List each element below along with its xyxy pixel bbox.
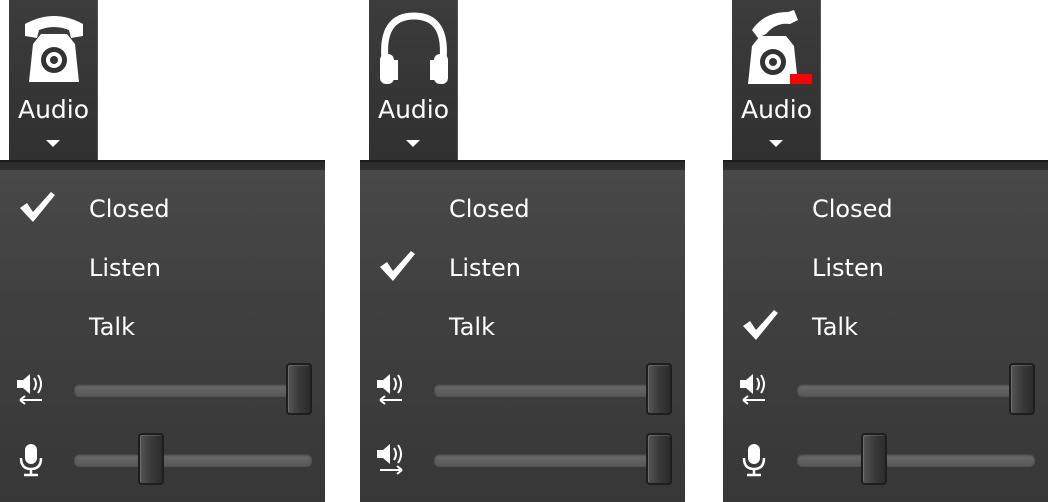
menu-item-label: Talk [812, 313, 858, 341]
speaker-output-icon [740, 374, 765, 405]
checkmark-icon [380, 251, 415, 281]
slider-thumb[interactable] [1009, 363, 1035, 415]
slider-thumb[interactable] [137, 433, 164, 485]
menu-item-closed[interactable]: Closed [0, 182, 325, 236]
speaker-input-icon [377, 444, 403, 475]
audio-dropdown-menu: Closed Listen Talk [360, 170, 685, 502]
microphone-icon [742, 444, 766, 477]
menu-item-talk[interactable]: Talk [723, 300, 1048, 354]
audio-dropdown-menu: Closed Listen Talk [723, 170, 1048, 502]
speaker-volume-row [360, 363, 685, 420]
menu-top-border [0, 160, 325, 170]
menu-item-label: Listen [812, 254, 884, 282]
audio-tab-button[interactable]: Audio [369, 0, 458, 162]
audio-tab-label: Audio [17, 95, 90, 124]
speaker-input-volume-row [360, 433, 685, 490]
speaker-volume-row [723, 363, 1048, 420]
telephone-icon [9, 6, 98, 90]
menu-item-label: Listen [449, 254, 521, 282]
menu-item-closed[interactable]: Closed [360, 182, 685, 236]
menu-item-closed[interactable]: Closed [723, 182, 1048, 236]
speaker-output-icon [377, 374, 402, 405]
menu-item-label: Closed [89, 195, 170, 223]
audio-tab-label: Audio [740, 95, 813, 124]
speaker-output-icon [17, 374, 42, 405]
microphone-volume-row [723, 433, 1048, 490]
menu-item-label: Listen [89, 254, 161, 282]
speaker-volume-row [0, 363, 325, 420]
microphone-icon [19, 444, 43, 477]
checkmark-icon [743, 310, 778, 340]
menu-item-listen[interactable]: Listen [723, 241, 1048, 295]
slider-thumb[interactable] [860, 433, 887, 485]
speaker-volume-slider[interactable] [797, 363, 1035, 415]
microphone-volume-row [0, 433, 325, 490]
microphone-volume-slider[interactable] [74, 433, 312, 485]
menu-top-border [723, 160, 1048, 170]
menu-top-border [360, 160, 685, 170]
menu-item-listen[interactable]: Listen [360, 241, 685, 295]
menu-item-talk[interactable]: Talk [360, 300, 685, 354]
menu-item-listen[interactable]: Listen [0, 241, 325, 295]
slider-thumb[interactable] [646, 363, 672, 415]
speaker-volume-slider[interactable] [434, 363, 672, 415]
menu-item-label: Talk [89, 313, 135, 341]
audio-panel-2: Audio Closed Listen Talk [360, 0, 685, 502]
headphones-icon [369, 6, 458, 90]
menu-item-label: Closed [812, 195, 893, 223]
audio-panel-1: Audio Closed Listen Talk [0, 0, 325, 502]
audio-tab-label: Audio [377, 95, 450, 124]
speaker-volume-slider[interactable] [74, 363, 312, 415]
audio-panel-3: Audio Closed Listen Talk [723, 0, 1048, 502]
audio-dropdown-menu: Closed Listen Talk [0, 170, 325, 502]
alert-indicator [789, 74, 812, 84]
menu-item-talk[interactable]: Talk [0, 300, 325, 354]
menu-item-label: Talk [449, 313, 495, 341]
checkmark-icon [20, 192, 55, 222]
dropdown-arrow-icon [769, 140, 783, 147]
slider-thumb[interactable] [286, 363, 312, 415]
dropdown-arrow-icon [406, 140, 420, 147]
speaker-input-volume-slider[interactable] [434, 433, 672, 485]
dropdown-arrow-icon [46, 140, 60, 147]
slider-thumb[interactable] [646, 433, 672, 485]
audio-tab-button[interactable]: Audio [732, 0, 821, 162]
microphone-volume-slider[interactable] [797, 433, 1035, 485]
audio-tab-button[interactable]: Audio [9, 0, 98, 162]
menu-item-label: Closed [449, 195, 530, 223]
telephone-offhook-icon [732, 6, 821, 90]
